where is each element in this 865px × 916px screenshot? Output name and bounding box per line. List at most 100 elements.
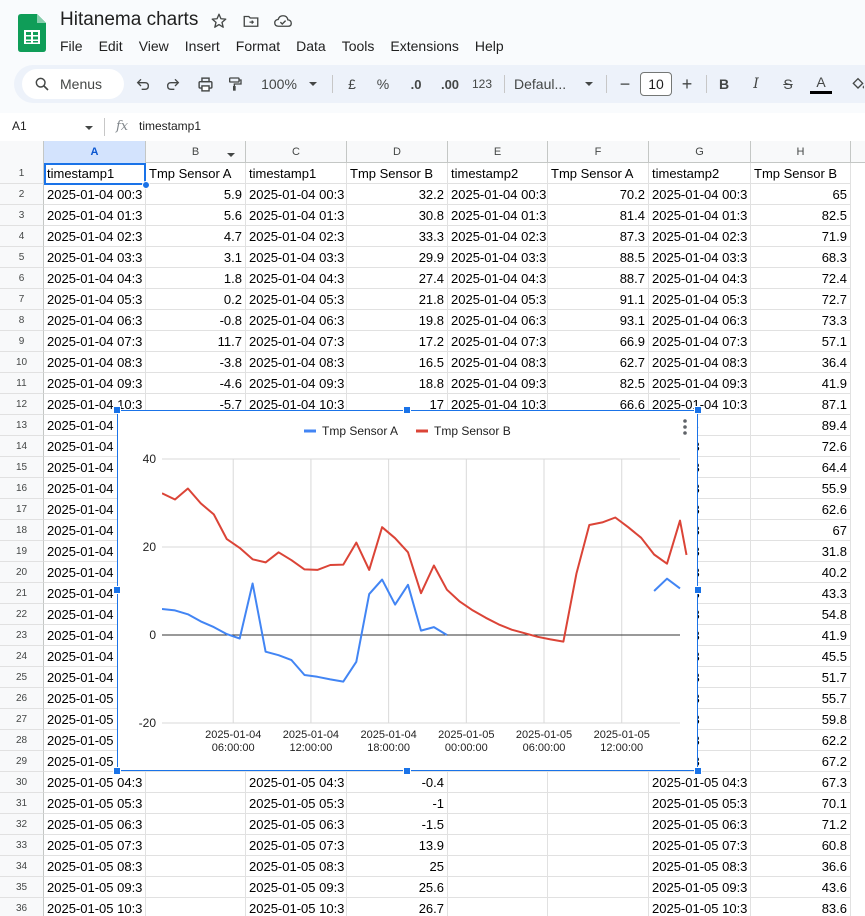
cell-d7[interactable]: 21.8 (347, 289, 448, 310)
chart-resize-handle-bottom-left[interactable] (113, 767, 121, 775)
cell-d31[interactable]: -1 (347, 793, 448, 814)
select-all-corner[interactable] (0, 141, 44, 163)
cell-e3[interactable]: 2025-01-04 01:3 (448, 205, 548, 226)
cell-h7[interactable]: 72.7 (751, 289, 851, 310)
cell-f30[interactable] (548, 772, 649, 793)
cell-g10[interactable]: 2025-01-04 08:3 (649, 352, 751, 373)
cell-c34[interactable]: 2025-01-05 08:3 (246, 856, 347, 877)
cell-a9[interactable]: 2025-01-04 07:3 (44, 331, 146, 352)
cell-h26[interactable]: 55.7 (751, 688, 851, 709)
cell-a34[interactable]: 2025-01-05 08:3 (44, 856, 146, 877)
cell-f32[interactable] (548, 814, 649, 835)
cell-h17[interactable]: 62.6 (751, 499, 851, 520)
cell-b30[interactable] (146, 772, 246, 793)
cell-a8[interactable]: 2025-01-04 06:3 (44, 310, 146, 331)
cell-a7[interactable]: 2025-01-04 05:3 (44, 289, 146, 310)
cell-e6[interactable]: 2025-01-04 04:3 (448, 268, 548, 289)
row-header[interactable]: 7 (0, 289, 44, 310)
cell-h25[interactable]: 51.7 (751, 667, 851, 688)
cell-d33[interactable]: 13.9 (347, 835, 448, 856)
line-chart[interactable]: 2025-01-04 06:00:00 2025-01-04 12:00:00 2025… (117, 410, 698, 771)
cell-d30[interactable]: -0.4 (347, 772, 448, 793)
row-header[interactable]: 5 (0, 247, 44, 268)
cell-h22[interactable]: 54.8 (751, 604, 851, 625)
chart-resize-handle-bottom-right[interactable] (694, 767, 702, 775)
name-box[interactable]: A1 (12, 119, 27, 133)
cell-c33[interactable]: 2025-01-05 07:3 (246, 835, 347, 856)
cell-a36[interactable]: 2025-01-05 10:3 (44, 898, 146, 916)
font-size-input[interactable]: 10 (640, 72, 672, 96)
zoom-select-value[interactable]: 100% (258, 69, 300, 99)
cell-a11[interactable]: 2025-01-04 09:3 (44, 373, 146, 394)
cell-h9[interactable]: 57.1 (751, 331, 851, 352)
cell-e2[interactable]: 2025-01-04 00:3 (448, 184, 548, 205)
currency-button[interactable]: £ (342, 69, 362, 99)
cell-d9[interactable]: 17.2 (347, 331, 448, 352)
cell-c7[interactable]: 2025-01-04 05:3 (246, 289, 347, 310)
cell-g11[interactable]: 2025-01-04 09:3 (649, 373, 751, 394)
cell-g31[interactable]: 2025-01-05 05:3 (649, 793, 751, 814)
row-header[interactable]: 26 (0, 688, 44, 709)
cell-d3[interactable]: 30.8 (347, 205, 448, 226)
cell-g34[interactable]: 2025-01-05 08:3 (649, 856, 751, 877)
cell-h8[interactable]: 73.3 (751, 310, 851, 331)
column-header-h[interactable]: H (751, 141, 851, 163)
cell-a2[interactable]: 2025-01-04 00:3 (44, 184, 146, 205)
cell-h28[interactable]: 62.2 (751, 730, 851, 751)
row-header[interactable]: 35 (0, 877, 44, 898)
cell-c10[interactable]: 2025-01-04 08:3 (246, 352, 347, 373)
cell-e5[interactable]: 2025-01-04 03:3 (448, 247, 548, 268)
decrease-decimal-button[interactable]: .0 (404, 69, 428, 99)
cell-h3[interactable]: 82.5 (751, 205, 851, 226)
row-header[interactable]: 30 (0, 772, 44, 793)
cell-h36[interactable]: 83.6 (751, 898, 851, 916)
cell-a31[interactable]: 2025-01-05 05:3 (44, 793, 146, 814)
cell-a3[interactable]: 2025-01-04 01:3 (44, 205, 146, 226)
cell-f10[interactable]: 62.7 (548, 352, 649, 373)
cell-g7[interactable]: 2025-01-04 05:3 (649, 289, 751, 310)
cell-e9[interactable]: 2025-01-04 07:3 (448, 331, 548, 352)
row-header[interactable]: 14 (0, 436, 44, 457)
cell-a10[interactable]: 2025-01-04 08:3 (44, 352, 146, 373)
cell-a1[interactable]: timestamp1 (44, 163, 146, 184)
row-header[interactable]: 23 (0, 625, 44, 646)
row-header[interactable]: 29 (0, 751, 44, 772)
cell-h24[interactable]: 45.5 (751, 646, 851, 667)
cell-g9[interactable]: 2025-01-04 07:3 (649, 331, 751, 352)
chart-resize-handle-bottom[interactable] (403, 767, 411, 775)
cell-h11[interactable]: 41.9 (751, 373, 851, 394)
row-header[interactable]: 17 (0, 499, 44, 520)
cell-b4[interactable]: 4.7 (146, 226, 246, 247)
cell-e7[interactable]: 2025-01-04 05:3 (448, 289, 548, 310)
cell-c2[interactable]: 2025-01-04 00:3 (246, 184, 347, 205)
cell-b11[interactable]: -4.6 (146, 373, 246, 394)
cell-h10[interactable]: 36.4 (751, 352, 851, 373)
cell-e32[interactable] (448, 814, 548, 835)
menu-help[interactable]: Help (467, 36, 512, 56)
row-header[interactable]: 24 (0, 646, 44, 667)
menus-search[interactable]: Menus (22, 69, 124, 99)
row-header[interactable]: 4 (0, 226, 44, 247)
cell-h20[interactable]: 40.2 (751, 562, 851, 583)
menu-tools[interactable]: Tools (334, 36, 383, 56)
cell-b2[interactable]: 5.9 (146, 184, 246, 205)
cell-g5[interactable]: 2025-01-04 03:3 (649, 247, 751, 268)
cell-h33[interactable]: 60.8 (751, 835, 851, 856)
cell-c6[interactable]: 2025-01-04 04:3 (246, 268, 347, 289)
cell-c36[interactable]: 2025-01-05 10:3 (246, 898, 347, 916)
decrease-font-size-button[interactable]: − (616, 69, 634, 99)
cell-b34[interactable] (146, 856, 246, 877)
cell-h27[interactable]: 59.8 (751, 709, 851, 730)
cell-b32[interactable] (146, 814, 246, 835)
row-header[interactable]: 31 (0, 793, 44, 814)
row-header[interactable]: 33 (0, 835, 44, 856)
row-header[interactable]: 1 (0, 163, 44, 184)
cell-e35[interactable] (448, 877, 548, 898)
cell-g30[interactable]: 2025-01-05 04:3 (649, 772, 751, 793)
text-color-button[interactable]: A (810, 69, 832, 99)
cell-d2[interactable]: 32.2 (347, 184, 448, 205)
cell-a4[interactable]: 2025-01-04 02:3 (44, 226, 146, 247)
cell-d35[interactable]: 25.6 (347, 877, 448, 898)
row-header[interactable]: 34 (0, 856, 44, 877)
row-header[interactable]: 21 (0, 583, 44, 604)
